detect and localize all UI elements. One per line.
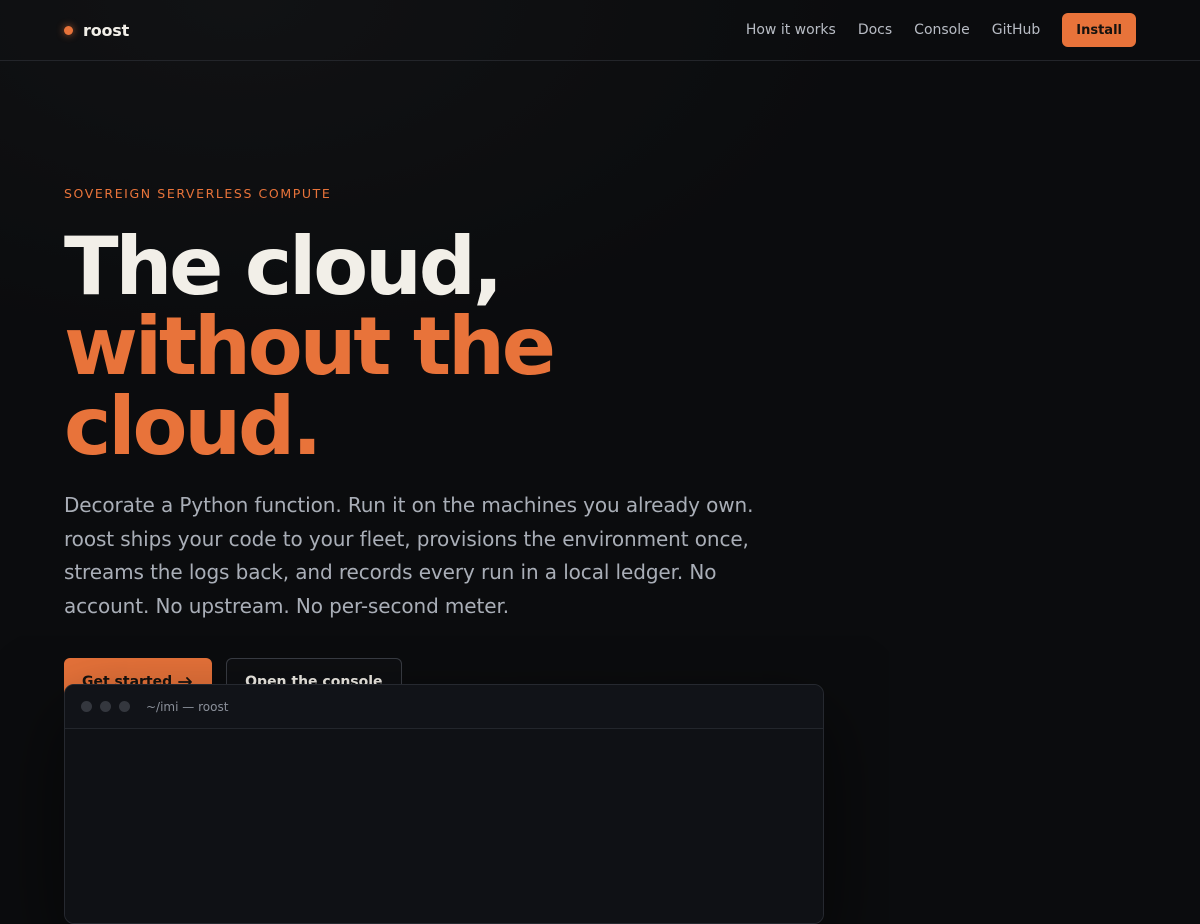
main-nav: How it works Docs Console GitHub Install	[746, 13, 1136, 47]
brand-logo[interactable]: roost	[64, 21, 129, 40]
hero-eyebrow: SOVEREIGN SERVERLESS COMPUTE	[64, 186, 332, 201]
nav-link-how-it-works[interactable]: How it works	[746, 22, 836, 38]
nav-link-console[interactable]: Console	[914, 22, 970, 38]
nav-link-github[interactable]: GitHub	[992, 22, 1041, 38]
window-close-dot-icon	[81, 701, 92, 712]
brand-dot-icon	[64, 25, 73, 35]
brand-name: roost	[83, 20, 130, 40]
nav-link-docs[interactable]: Docs	[858, 22, 892, 38]
terminal-window: ~/imi — roost	[64, 684, 824, 924]
headline-line-1: The cloud,	[64, 220, 503, 313]
install-button[interactable]: Install	[1062, 13, 1136, 47]
window-minimize-dot-icon	[100, 701, 111, 712]
hero-section: SOVEREIGN SERVERLESS COMPUTE The cloud, …	[64, 186, 824, 705]
terminal-title: ~/imi — roost	[146, 699, 229, 714]
terminal-body[interactable]	[65, 729, 823, 923]
top-navigation-bar: roost How it works Docs Console GitHub I…	[0, 0, 1200, 61]
window-maximize-dot-icon	[119, 701, 130, 712]
terminal-title-bar: ~/imi — roost	[65, 685, 823, 729]
headline-line-2: without the cloud.	[64, 300, 556, 473]
hero-description: Decorate a Python function. Run it on th…	[64, 493, 754, 618]
hero-headline: The cloud, without the cloud.	[64, 227, 824, 467]
